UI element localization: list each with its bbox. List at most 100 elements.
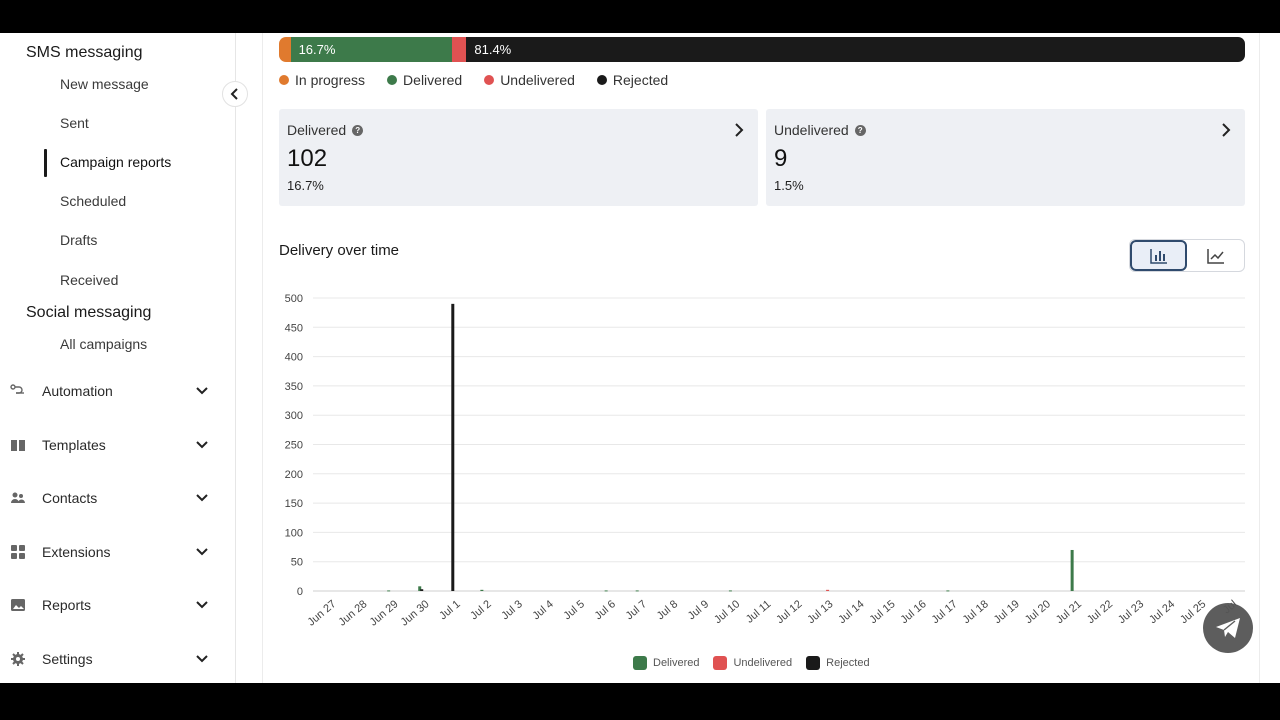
legend-label: Rejected [612, 72, 669, 88]
collapse-sidebar-button[interactable] [222, 81, 248, 107]
info-icon[interactable]: ? [352, 124, 364, 136]
bar-delivered[interactable] [728, 590, 732, 592]
bar-delivered[interactable] [480, 589, 484, 591]
chart-legend-delivered[interactable]: Delivered [633, 656, 699, 670]
y-tick-label: 300 [285, 410, 303, 422]
nav-extensions[interactable]: Extensions [0, 532, 236, 572]
bar-rejected[interactable] [451, 303, 455, 591]
bar-delivered[interactable] [1070, 549, 1074, 591]
delivered-card[interactable]: Delivered? 102 16.7% [279, 109, 758, 206]
y-tick-label: 350 [285, 381, 303, 393]
sidebar-item-campaign-reports[interactable]: Campaign reports [60, 154, 171, 170]
legend-dot [596, 75, 607, 85]
x-tick-label: Jul 20 [1023, 598, 1053, 626]
send-fab-button[interactable] [1203, 603, 1253, 653]
chevron-left-icon [230, 88, 238, 100]
bar-rejected[interactable] [420, 589, 424, 591]
x-tick-label: Jul 11 [744, 598, 774, 626]
nav-label: Contacts [42, 490, 98, 506]
nav-reports[interactable]: Reports [0, 585, 236, 625]
chevron-down-icon[interactable] [192, 649, 212, 669]
x-tick-label: Jul 12 [774, 598, 804, 626]
chevron-right-icon[interactable] [1219, 122, 1233, 138]
chevron-down-icon[interactable] [192, 542, 212, 562]
segment-delivered[interactable]: 16.7% [290, 37, 452, 62]
legend-in-progress: In progress [279, 72, 365, 88]
nav-contacts[interactable]: Contacts [0, 478, 236, 518]
y-tick-label: 250 [285, 440, 303, 452]
card-title: Undelivered? [774, 122, 866, 138]
info-icon[interactable]: ? [854, 124, 866, 136]
segment-in-progress[interactable] [279, 37, 291, 62]
x-tick-label: Jul 24 [1147, 598, 1177, 626]
status-legend: In progress Delivered Undelivered Reject… [279, 72, 690, 88]
x-tick-label: Jul 7 [624, 598, 650, 622]
legend-label: Undelivered [733, 657, 793, 669]
legend-label: In progress [295, 72, 366, 88]
y-tick-label: 450 [285, 322, 303, 334]
undelivered-card[interactable]: Undelivered? 9 1.5% [766, 109, 1245, 206]
chevron-down-icon[interactable] [192, 595, 212, 615]
nav-templates[interactable]: Templates [0, 425, 236, 465]
chart-legend-rejected[interactable]: Rejected [806, 656, 870, 670]
bar-delivered[interactable] [946, 590, 950, 592]
x-tick-label: Jul 4 [530, 598, 556, 622]
sidebar-item-drafts[interactable]: Drafts [60, 232, 97, 248]
social-messaging-title[interactable]: Social messaging [26, 304, 151, 322]
bar-delivered[interactable] [635, 590, 639, 592]
gear-icon [10, 651, 26, 667]
sms-messaging-title[interactable]: SMS messaging [26, 44, 143, 62]
nav-label: Templates [42, 437, 106, 453]
chevron-down-icon[interactable] [192, 435, 212, 455]
delivery-over-time-chart: 050100150200250300350400450500Jun 27Jun … [285, 293, 1245, 629]
x-tick-label: Jul 14 [836, 598, 866, 626]
line-chart-icon [1206, 248, 1224, 264]
nav-label: Extensions [42, 544, 111, 560]
line-chart-toggle[interactable] [1187, 240, 1244, 271]
y-tick-label: 150 [285, 498, 303, 510]
x-tick-label: Jun 28 [337, 598, 370, 628]
x-tick-label: Jul 8 [655, 598, 681, 622]
bar-chart-toggle[interactable] [1130, 240, 1188, 271]
legend-dot [387, 75, 398, 85]
sidebar-item-sent[interactable]: Sent [60, 115, 89, 131]
chart-section-title: Delivery over time [279, 242, 400, 259]
legend-label: Undelivered [500, 72, 575, 88]
chevron-right-icon[interactable] [732, 122, 746, 138]
card-title-text: Delivered [287, 122, 347, 138]
bar-delivered[interactable] [387, 590, 391, 592]
nav-automation[interactable]: Automation [0, 371, 236, 411]
send-icon [1216, 618, 1240, 638]
x-tick-label: Jul 18 [961, 598, 991, 626]
segment-undelivered[interactable] [451, 37, 467, 62]
segment-rejected[interactable]: 81.4% [466, 37, 1245, 62]
people-icon [10, 490, 26, 506]
legend-dot [484, 75, 495, 85]
card-value: 102 [287, 145, 328, 172]
book-icon [10, 437, 26, 453]
y-tick-label: 500 [285, 293, 303, 305]
sidebar-item-scheduled[interactable]: Scheduled [60, 193, 126, 209]
nav-label: Settings [42, 651, 93, 667]
card-title: Delivered? [287, 122, 364, 138]
x-tick-label: Jul 16 [899, 598, 929, 626]
chevron-down-icon[interactable] [192, 488, 212, 508]
status-summary-bar: 16.7% 81.4% [279, 37, 1245, 62]
bar-undelivered[interactable] [826, 589, 830, 591]
sidebar-item-all-campaigns[interactable]: All campaigns [60, 336, 147, 352]
app-screen: SMS messaging New message Sent Campaign … [0, 33, 1280, 683]
legend-swatch [806, 656, 821, 670]
legend-rejected: Rejected [596, 72, 669, 88]
sidebar-item-new-message[interactable]: New message [60, 76, 149, 92]
sidebar-item-received[interactable]: Received [60, 272, 118, 288]
chevron-down-icon[interactable] [192, 381, 212, 401]
y-tick-label: 0 [297, 586, 303, 598]
x-tick-label: Jul 5 [561, 598, 587, 622]
automation-icon [10, 383, 26, 399]
nav-settings[interactable]: Settings [0, 639, 236, 679]
x-tick-label: Jul 19 [992, 598, 1022, 626]
bar-delivered[interactable] [604, 590, 608, 592]
chart-legend-undelivered[interactable]: Undelivered [713, 656, 792, 670]
card-value: 9 [774, 145, 788, 172]
x-tick-label: Jul 15 [867, 598, 897, 626]
